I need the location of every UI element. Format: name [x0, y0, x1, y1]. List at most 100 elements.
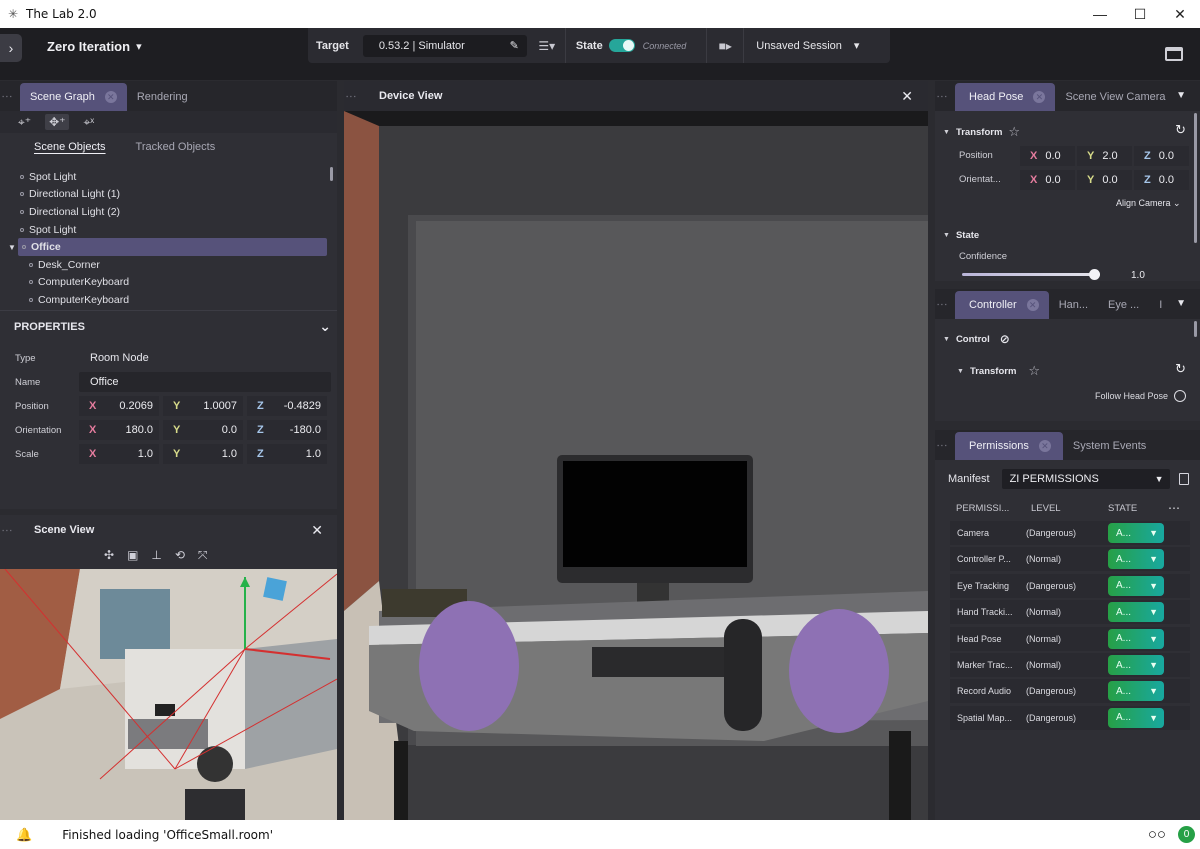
tree-item[interactable]: Spot Light — [0, 221, 337, 239]
permission-state-select[interactable]: A... ▼ — [1108, 523, 1164, 543]
position-y-field[interactable]: Y 1.0007 — [163, 396, 243, 416]
head-orientation-z[interactable]: Z 0.0 — [1134, 170, 1189, 190]
add-node-icon[interactable]: ⌖⁺ — [18, 115, 31, 130]
tree-item[interactable]: Spot Light — [0, 168, 337, 186]
maximize-button[interactable]: ☐ — [1120, 0, 1160, 28]
more-options-icon[interactable]: ⋯ — [1168, 501, 1180, 515]
tab-eye-tracking[interactable]: Eye ... — [1098, 291, 1149, 319]
snap-tool-icon[interactable]: ⤧ — [198, 548, 208, 563]
close-tab-icon[interactable]: ✕ — [1026, 299, 1039, 311]
drag-handle-icon[interactable]: ⋮ — [344, 81, 358, 111]
controller-transform-section[interactable]: ▼ Transform ☆ — [957, 363, 1040, 379]
scale-z-field[interactable]: Z 1.0 — [247, 444, 327, 464]
scale-y-field[interactable]: Y 1.0 — [163, 444, 243, 464]
state-section[interactable]: ▼ State — [943, 230, 979, 241]
nav-expand-button[interactable]: › — [0, 34, 22, 62]
connection-toggle[interactable] — [608, 39, 635, 52]
transform-section[interactable]: ▼ Transform ☆ — [943, 124, 1020, 140]
column-level[interactable]: LEVEL — [1031, 503, 1108, 514]
head-position-y[interactable]: Y 2.0 — [1077, 146, 1132, 166]
device-view-viewport[interactable] — [344, 111, 928, 820]
target-select[interactable]: 0.53.2 | Simulator ✎ — [362, 34, 527, 57]
subtab-tracked-objects[interactable]: Tracked Objects — [136, 141, 216, 153]
orientation-z-field[interactable]: Z -180.0 — [247, 420, 327, 440]
glasses-icon[interactable]: ○○ — [1148, 826, 1166, 843]
tab-scene-view-camera[interactable]: Scene View Camera — [1055, 83, 1175, 111]
confidence-slider-thumb[interactable] — [1089, 269, 1101, 280]
axis-tool-icon[interactable]: ⊥ — [151, 548, 161, 563]
minimize-button[interactable]: — — [1080, 0, 1120, 28]
close-icon[interactable]: ✕ — [901, 88, 913, 105]
tab-system-events[interactable]: System Events — [1063, 432, 1156, 460]
layout-icon[interactable] — [1165, 47, 1183, 61]
close-tab-icon[interactable]: ✕ — [1033, 91, 1046, 103]
close-tab-icon[interactable]: ✕ — [1038, 440, 1051, 452]
permission-state-select[interactable]: A... ▼ — [1108, 681, 1164, 702]
video-camera-icon[interactable]: ■▸ — [713, 35, 737, 57]
permission-state-select[interactable]: A... ▼ — [1108, 575, 1164, 596]
permission-state-select[interactable]: A... ▼ — [1108, 707, 1164, 728]
column-permission[interactable]: PERMISSI... — [956, 503, 1031, 514]
follow-head-pose-toggle[interactable]: Follow Head Pose — [1095, 390, 1187, 402]
tree-item[interactable]: ComputerKeyboard — [0, 291, 337, 308]
scene-view-viewport[interactable] — [0, 569, 337, 820]
star-icon[interactable]: ☆ — [1008, 124, 1020, 140]
drag-handle-icon[interactable]: ⋮ — [0, 81, 14, 111]
pencil-icon[interactable]: ✎ — [510, 39, 519, 52]
target-menu-icon[interactable]: ☰▾ — [535, 35, 559, 57]
close-window-button[interactable]: ✕ — [1160, 0, 1200, 28]
align-camera-button[interactable]: Align Camera ⌄ — [1116, 198, 1181, 209]
confidence-value[interactable]: 1.0 — [1131, 270, 1145, 281]
tree-item[interactable]: ComputerKeyboard — [0, 274, 337, 292]
drag-handle-icon[interactable]: ⋮ — [935, 289, 949, 319]
permission-state-select[interactable]: A... ▼ — [1108, 655, 1164, 675]
tree-item[interactable]: Desk_Corner — [0, 256, 337, 274]
refresh-icon[interactable]: ↻ — [1175, 122, 1186, 138]
permission-state-select[interactable]: A... ▼ — [1108, 602, 1164, 623]
permission-state-select[interactable]: A... ▼ — [1108, 549, 1164, 570]
caret-down-icon[interactable]: ▼ — [8, 243, 16, 252]
close-icon[interactable]: ✕ — [311, 522, 323, 539]
tree-item[interactable]: Directional Light (2) — [0, 203, 337, 221]
position-x-field[interactable]: X 0.2069 — [79, 396, 159, 416]
position-z-field[interactable]: Z -0.4829 — [247, 396, 327, 416]
notification-count-badge[interactable]: 0 — [1178, 826, 1195, 843]
orientation-x-field[interactable]: X 180.0 — [79, 420, 159, 440]
controller-off-icon[interactable]: ⊘ — [1000, 332, 1010, 346]
tree-item[interactable]: Directional Light (1) — [0, 186, 337, 204]
head-orientation-y[interactable]: Y 0.0 — [1077, 170, 1132, 190]
tabs-menu-icon[interactable]: ▼ — [1176, 298, 1186, 309]
drag-handle-icon[interactable]: ⋮ — [0, 515, 14, 545]
tab-head-pose[interactable]: Head Pose ✕ — [955, 83, 1056, 111]
tab-overflow[interactable]: I — [1149, 291, 1172, 319]
manifest-select[interactable]: ZI PERMISSIONS ▼ — [1001, 469, 1170, 489]
add-child-icon[interactable]: ✥⁺ — [45, 114, 70, 130]
refresh-icon[interactable]: ↻ — [1175, 361, 1186, 377]
tabs-menu-icon[interactable]: ▼ — [1176, 90, 1186, 101]
star-icon[interactable]: ☆ — [1028, 363, 1040, 379]
column-state[interactable]: STATE — [1108, 503, 1168, 514]
drag-handle-icon[interactable]: ⋮ — [935, 430, 949, 460]
radio-icon[interactable] — [1174, 390, 1187, 402]
confidence-slider-track[interactable] — [962, 273, 1100, 276]
close-tab-icon[interactable]: ✕ — [104, 91, 117, 103]
tree-item[interactable]: ▼ Office — [8, 238, 327, 256]
tab-hand-tracking[interactable]: Han... — [1049, 291, 1098, 319]
head-orientation-x[interactable]: X 0.0 — [1020, 170, 1075, 190]
remove-node-icon[interactable]: ⌖ˣ — [83, 115, 94, 130]
drag-handle-icon[interactable]: ⋮ — [935, 81, 949, 111]
orientation-y-field[interactable]: Y 0.0 — [163, 420, 243, 440]
controller-scrollbar[interactable] — [1194, 321, 1197, 337]
name-input[interactable]: Office — [79, 372, 331, 392]
properties-header[interactable]: PROPERTIES ⌄ — [0, 310, 337, 342]
session-select[interactable]: Unsaved Session ▾ — [756, 39, 859, 53]
tree-scrollbar[interactable] — [330, 167, 333, 181]
scale-x-field[interactable]: X 1.0 — [79, 444, 159, 464]
tab-controller[interactable]: Controller ✕ — [955, 291, 1049, 319]
project-selector[interactable]: Zero Iteration ▾ — [47, 39, 142, 54]
tab-rendering[interactable]: Rendering — [127, 83, 198, 111]
control-section[interactable]: ▼ Control ⊘ — [943, 332, 1010, 346]
tab-scene-graph[interactable]: Scene Graph ✕ — [20, 83, 127, 111]
document-icon[interactable] — [1178, 473, 1189, 485]
chevron-down-icon[interactable]: ⌄ — [319, 318, 331, 335]
